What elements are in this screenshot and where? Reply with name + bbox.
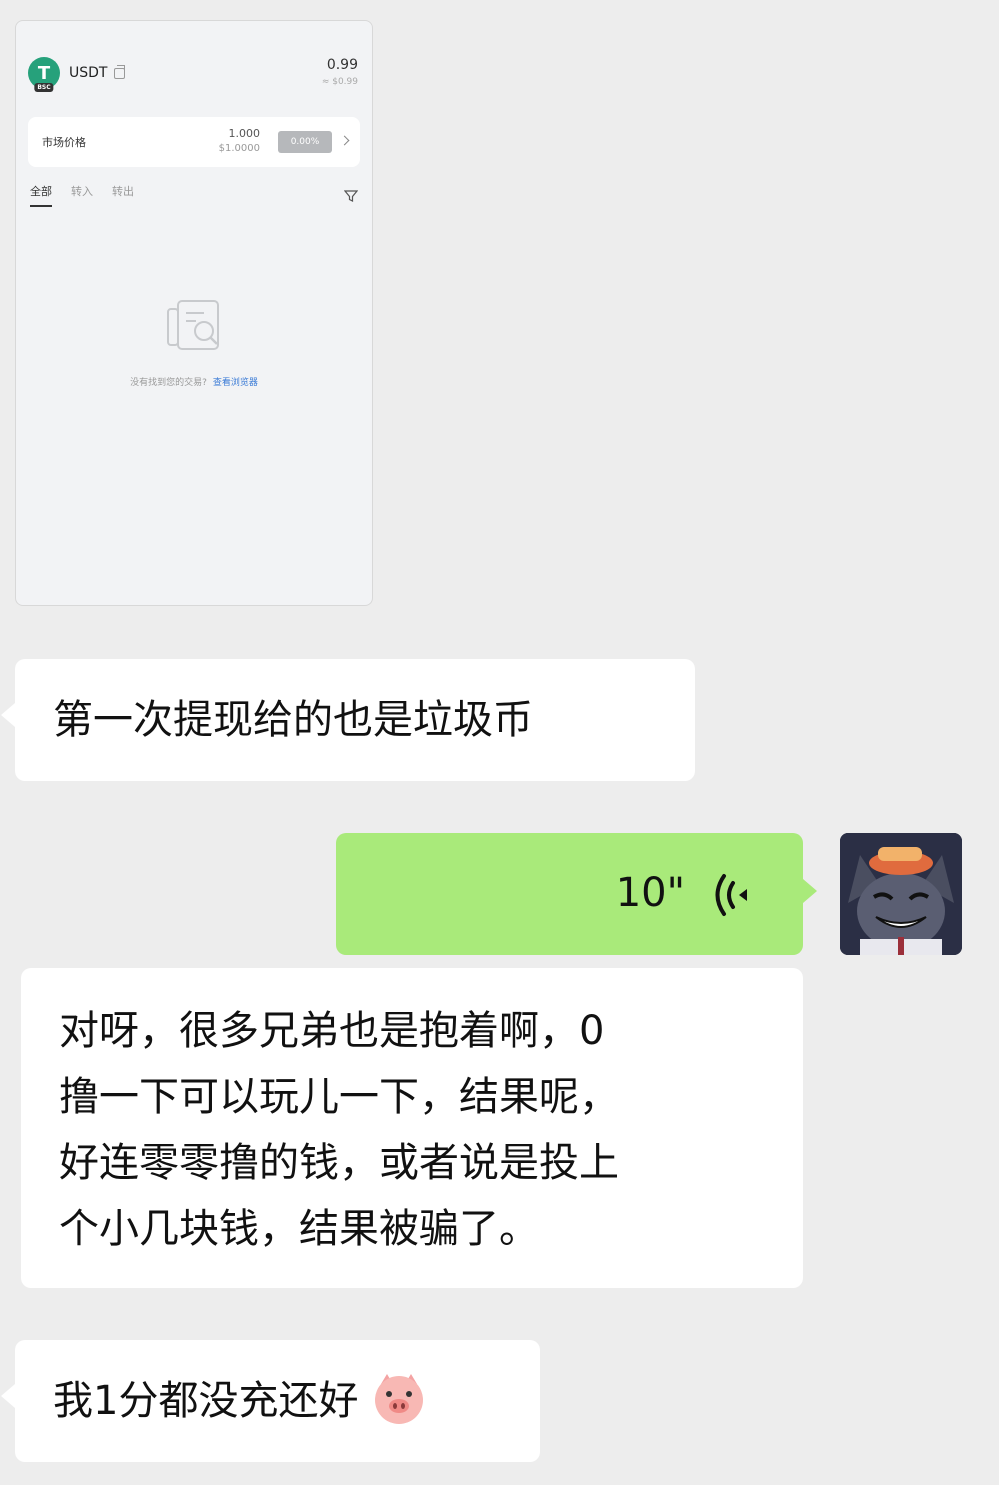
market-price-label: 市场价格 xyxy=(42,136,86,149)
message-line: 撸一下可以玩儿一下，结果呢， xyxy=(59,1074,619,1120)
view-explorer-link: 查看浏览器 xyxy=(212,378,258,388)
pig-emoji-icon xyxy=(375,1374,424,1424)
empty-state: 没有找到您的交易? 查看浏览器 xyxy=(16,375,372,388)
message-line: 对呀，很多兄弟也是抱着啊，0 xyxy=(59,1008,605,1054)
tab-in: 转入 xyxy=(71,185,93,198)
shared-screenshot[interactable]: T BSC USDT 0.99 ≈ $0.99 市场价格 1.000 $1.00… xyxy=(15,20,373,606)
message-text: 第一次提现给的也是垃圾币 xyxy=(53,697,533,743)
avatar-image xyxy=(840,833,962,955)
filter-icon xyxy=(344,190,358,202)
token-name: USDT xyxy=(69,65,108,81)
tab-out: 转出 xyxy=(112,185,134,198)
chevron-right-icon xyxy=(339,135,350,146)
avatar[interactable] xyxy=(840,833,962,955)
empty-records-icon xyxy=(167,300,219,350)
message-bubble-incoming[interactable]: 第一次提现给的也是垃圾币 xyxy=(1,659,695,781)
bsc-chain-badge: BSC xyxy=(34,83,54,92)
message-line: 个小几块钱，结果被骗了。 xyxy=(59,1206,539,1252)
token-balance-usd: ≈ $0.99 xyxy=(321,77,358,87)
token-balance: 0.99 xyxy=(326,57,358,73)
market-price-value: 1.000 xyxy=(228,127,261,140)
token-header: T BSC USDT 0.99 ≈ $0.99 xyxy=(28,57,360,93)
message-bubble-incoming[interactable]: 我1分都没充还好 xyxy=(1,1340,540,1462)
message-line: 好连零零撸的钱，或者说是投上 xyxy=(59,1140,619,1186)
usdt-logo-icon: T BSC xyxy=(28,57,60,92)
usdt-logo-letter: T xyxy=(37,62,51,84)
copy-icon xyxy=(114,65,125,79)
voice-message-bubble[interactable]: 10" xyxy=(336,833,817,955)
voice-wave-icon xyxy=(715,874,747,916)
message-bubble-incoming-long[interactable]: 对呀，很多兄弟也是抱着啊，0 撸一下可以玩儿一下，结果呢， 好连零零撸的钱，或者… xyxy=(21,968,803,1288)
market-price-usd: $1.0000 xyxy=(218,143,260,154)
tab-all: 全部 xyxy=(30,185,52,207)
empty-state-text: 没有找到您的交易? xyxy=(130,378,207,388)
market-price-card: 市场价格 1.000 $1.0000 0.00% xyxy=(28,117,360,167)
voice-duration: 10" xyxy=(615,870,685,916)
message-text: 我1分都没充还好 xyxy=(53,1378,359,1424)
price-change-badge: 0.00% xyxy=(278,131,332,153)
